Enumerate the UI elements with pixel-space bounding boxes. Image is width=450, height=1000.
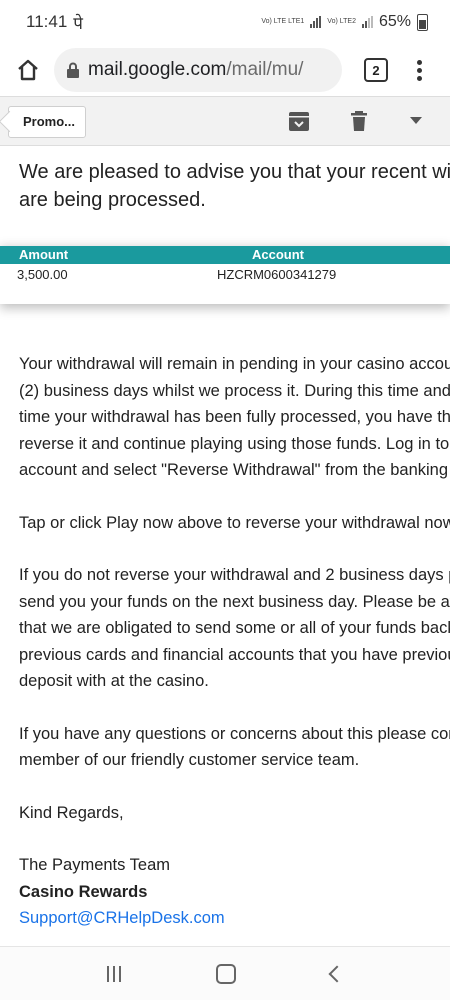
- paragraph-line: deposit with at the casino.: [19, 672, 209, 690]
- paragraph-line: previous cards and financial accounts th…: [19, 645, 450, 664]
- back-to-label-button[interactable]: Promo...: [8, 106, 87, 138]
- paragraph-line: that we are obligated to send some or al…: [19, 619, 450, 637]
- tab-switcher-button[interactable]: 2: [364, 58, 388, 82]
- paragraph-line: time your withdrawal has been fully proc…: [19, 408, 450, 426]
- paragraph-line: Your withdrawal will remain in pending i…: [19, 355, 450, 373]
- recent-apps-icon[interactable]: [107, 965, 122, 982]
- column-header-account: Account: [252, 247, 304, 262]
- battery-percent: 65%: [378, 13, 411, 30]
- withdrawal-table: Amount Account 3,500.00 HZCRM0600341279: [0, 246, 450, 304]
- account-cell: HZCRM0600341279: [217, 267, 337, 282]
- url-host: mail.google.com: [88, 59, 227, 80]
- label-name: Promo...: [23, 114, 76, 129]
- email-paragraphs: Your withdrawal will remain in pending i…: [0, 351, 450, 932]
- paragraph-line: reverse it and continue playing using th…: [19, 434, 450, 453]
- clock: 11:41: [26, 12, 68, 31]
- chevron-down-icon[interactable]: [410, 117, 422, 124]
- table-row: 3,500.00 HZCRM0600341279: [0, 264, 450, 286]
- paragraph: Your withdrawal will remain in pending i…: [0, 351, 450, 484]
- address-bar[interactable]: mail.google.com/mail/mu/: [54, 48, 342, 92]
- home-button-icon[interactable]: [215, 963, 236, 984]
- home-icon[interactable]: [14, 56, 42, 84]
- navigation-bar: [0, 946, 450, 1000]
- browser-toolbar: mail.google.com/mail/mu/ 2: [0, 44, 450, 96]
- signal-icon: [310, 16, 322, 28]
- sim2-indicator: Vo) LTE2: [327, 18, 356, 25]
- paragraph-line: send you your funds on the next business…: [19, 592, 450, 611]
- paragraph-line: If you do not reverse your withdrawal an…: [19, 566, 450, 584]
- trash-icon[interactable]: [348, 110, 370, 132]
- overflow-menu-icon[interactable]: [416, 59, 422, 81]
- mail-toolbar: Promo...: [0, 96, 450, 146]
- notification-glyph: पे: [73, 13, 83, 33]
- closing-text: Kind Regards,: [19, 803, 124, 822]
- amount-cell: 3,500.00: [17, 267, 68, 282]
- archive-icon[interactable]: [288, 110, 310, 132]
- intro-line: We are pleased to advise you that your r…: [19, 161, 450, 183]
- email-body: We are pleased to advise you that your r…: [0, 146, 450, 927]
- paragraph-line: If you have any questions or concerns ab…: [19, 724, 450, 743]
- paragraph: If you have any questions or concerns ab…: [0, 721, 450, 774]
- table-header: Amount Account: [0, 246, 450, 264]
- intro-line: are being processed.: [19, 189, 206, 211]
- lock-icon: [67, 62, 79, 78]
- paragraph: Tap or click Play now above to reverse y…: [0, 510, 450, 537]
- paragraph-line: Tap or click Play now above to reverse y…: [19, 513, 450, 532]
- paragraph-line: (2) business days whilst we process it. …: [19, 381, 450, 400]
- support-email-link[interactable]: Support@CRHelpDesk.com: [0, 905, 450, 932]
- battery-icon: [417, 13, 428, 31]
- status-bar: 11:41 पे Vo) LTE LTE1 Vo) LTE2 65%: [0, 0, 450, 44]
- paragraph: If you do not reverse your withdrawal an…: [0, 562, 450, 695]
- intro-text: We are pleased to advise you that your r…: [0, 158, 450, 214]
- url-path: /mail/mu/: [226, 59, 304, 80]
- signal-icon: [361, 16, 373, 28]
- sim1-indicator: Vo) LTE LTE1: [261, 18, 305, 25]
- paragraph-line: member of our friendly customer service …: [19, 751, 360, 769]
- column-header-amount: Amount: [19, 247, 69, 262]
- company-name: Casino Rewards: [19, 882, 148, 901]
- team-name: The Payments Team: [19, 856, 171, 874]
- back-icon[interactable]: [328, 965, 346, 982]
- tab-count: 2: [372, 62, 380, 78]
- paragraph-line: account and select "Reverse Withdrawal" …: [19, 461, 450, 479]
